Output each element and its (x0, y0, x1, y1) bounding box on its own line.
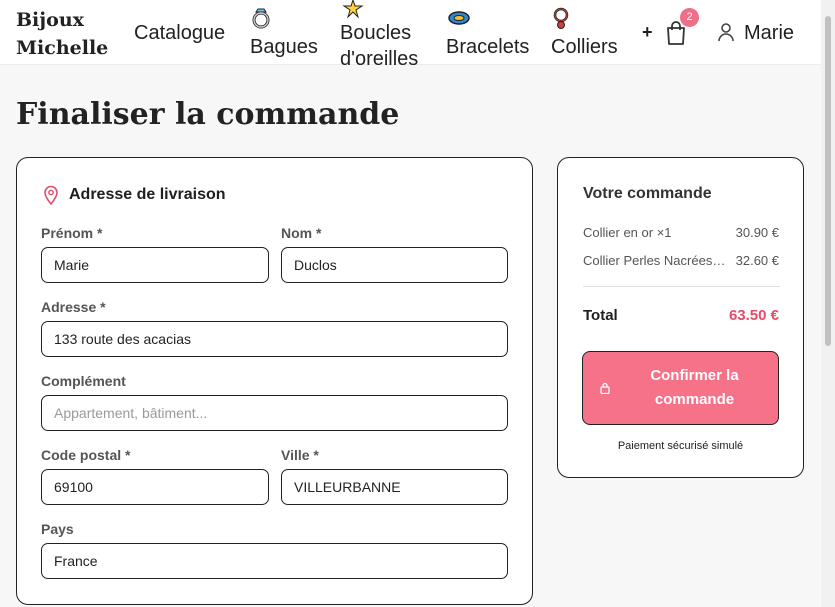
street-label: Adresse * (41, 299, 106, 315)
secure-payment-note: Paiement sécurisé simulé (617, 440, 744, 452)
top-navbar: Bijoux Michelle Catalogue Bagues Boucles… (0, 0, 821, 70)
nav-bracelets[interactable]: Bracelets (446, 34, 529, 60)
country-field[interactable] (41, 543, 508, 579)
confirm-order-button[interactable]: Confirmer la commande (582, 351, 779, 425)
firstname-label: Prénom * (41, 225, 103, 241)
confirm-order-label: Confirmer la commande (650, 367, 739, 408)
nav-bagues[interactable]: Bagues (250, 34, 318, 60)
complement-label: Complément (41, 373, 126, 389)
ring-icon (251, 7, 271, 29)
street-field[interactable] (41, 321, 508, 357)
page-title: Finaliser la commande (16, 97, 400, 132)
city-field[interactable] (281, 469, 508, 505)
firstname-field[interactable] (41, 247, 269, 283)
page-scrollbar[interactable] (821, 0, 835, 607)
zip-field[interactable] (41, 469, 269, 505)
nav-colliers[interactable]: Colliers (551, 34, 618, 60)
brand-logo[interactable]: Bijoux Michelle (16, 6, 116, 62)
nav-bagues-label: Bagues (250, 36, 318, 58)
nav-catalogue[interactable]: Catalogue (134, 20, 225, 46)
user-icon[interactable] (716, 22, 736, 42)
location-pin-icon (42, 185, 60, 206)
order-summary-title: Votre commande (583, 185, 712, 202)
nav-bracelets-label: Bracelets (446, 36, 530, 58)
lastname-field[interactable] (281, 247, 508, 283)
sparkle-icon (342, 0, 364, 19)
order-item-price: 32.60 € (735, 253, 779, 268)
user-menu[interactable]: Marie (744, 20, 794, 46)
nav-colliers-label: Colliers (551, 36, 618, 58)
bracelet-icon (447, 9, 471, 27)
add-label: + (642, 22, 653, 42)
cart-count-badge: 2 (680, 8, 699, 27)
order-item-name: Collier en or ×1 (583, 225, 672, 240)
scrollbar-thumb[interactable] (825, 16, 831, 346)
nav-boucles-label: Boucles d'oreilles (340, 22, 419, 70)
summary-divider (583, 286, 780, 287)
total-label: Total (583, 307, 618, 324)
nav-boucles[interactable]: Boucles d'oreilles (340, 20, 430, 72)
lastname-label: Nom * (281, 225, 322, 241)
country-label: Pays (41, 521, 74, 537)
shipping-address-title: Adresse de livraison (69, 186, 226, 203)
complement-field[interactable] (41, 395, 508, 431)
add-button[interactable]: + (642, 22, 653, 43)
zip-label: Code postal * (41, 447, 131, 463)
order-item-name: Collier Perles Nacrées ×1 (583, 253, 728, 268)
order-item-price: 30.90 € (735, 225, 779, 240)
total-value: 63.50 € (728, 307, 779, 324)
lock-icon (600, 381, 610, 395)
nav-catalogue-label: Catalogue (134, 22, 226, 44)
brand-name: Bijoux Michelle (16, 9, 109, 59)
city-label: Ville * (281, 447, 319, 463)
necklace-icon (552, 7, 570, 31)
